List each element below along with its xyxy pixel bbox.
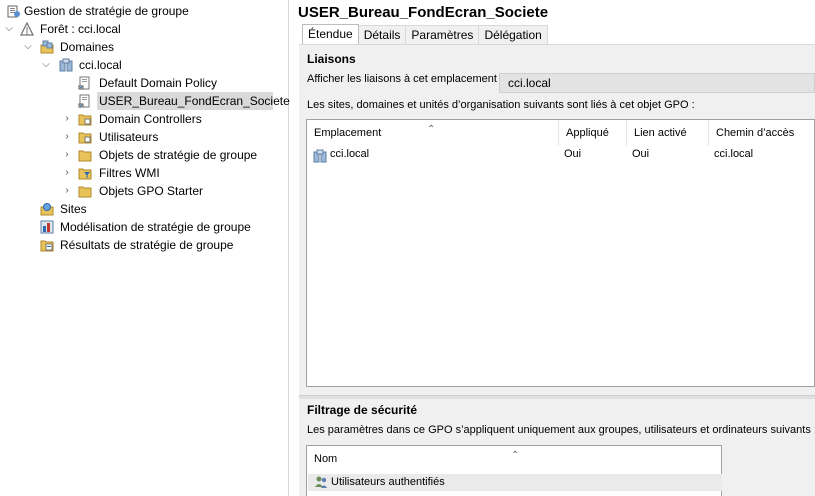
scope-tab-content: Liaisons Afficher les liaisons à cet emp… (299, 44, 815, 496)
domain-icon (313, 149, 327, 163)
tree-node-results[interactable]: Résultats de stratégie de groupe (0, 236, 289, 254)
tree-node-modeling[interactable]: Modélisation de stratégie de groupe (0, 218, 289, 236)
tree-label: Gestion de stratégie de groupe (24, 4, 189, 18)
tree-node-utilisateurs[interactable]: › Utilisateurs (0, 128, 289, 146)
tab-etendue[interactable]: Étendue (302, 24, 359, 44)
tab-strip: Étendue Détails Paramètres Délégation (302, 24, 548, 44)
folder-icon (78, 148, 92, 162)
details-pane: USER_Bureau_FondEcran_Societe Étendue Dé… (290, 0, 815, 496)
sites-icon (40, 202, 54, 216)
ou-icon (78, 112, 92, 126)
tab-parametres[interactable]: Paramètres (405, 25, 480, 44)
tree-node-domain-controllers[interactable]: › Domain Controllers (0, 110, 289, 128)
chevron-right-icon[interactable]: › (62, 110, 72, 128)
page-title: USER_Bureau_FondEcran_Societe (298, 4, 549, 21)
row-path: cci.local (714, 148, 754, 160)
security-filtering-heading: Filtrage de sécurité (307, 403, 418, 417)
tree-label: USER_Bureau_FondEcran_Societe (97, 92, 290, 110)
sort-up-icon: ⌃ (511, 450, 520, 461)
chevron-right-icon[interactable]: › (62, 164, 72, 182)
security-description: Les paramètres dans ce GPO s’appliquent … (307, 424, 815, 436)
tree-node-domains[interactable]: ⌵ Domaines (0, 38, 289, 56)
location-combobox[interactable]: cci.local (499, 73, 815, 93)
security-filter-list[interactable]: Nom ⌃ Utilisateurs authentifiés (306, 445, 722, 496)
chevron-down-icon[interactable]: ⌵ (23, 38, 33, 56)
tree-label: cci.local (79, 58, 122, 72)
gpo-link-icon (78, 76, 92, 90)
chevron-right-icon[interactable]: › (62, 182, 72, 200)
tree-label: Default Domain Policy (99, 76, 218, 90)
users-group-icon (314, 475, 328, 489)
console-tree[interactable]: Gestion de stratégie de groupe ⌵ Forêt :… (0, 0, 290, 496)
tree-label: Résultats de stratégie de groupe (60, 238, 234, 252)
table-row[interactable]: Utilisateurs authentifiés (308, 474, 722, 491)
modeling-icon (40, 220, 54, 234)
tree-node-user-bureau-gpo[interactable]: USER_Bureau_FondEcran_Societe (0, 92, 290, 110)
row-location: cci.local (330, 148, 370, 160)
tree-label: Objets de stratégie de groupe (99, 148, 258, 162)
tree-label: Modélisation de stratégie de groupe (60, 220, 251, 234)
table-row[interactable]: cci.local Oui Oui cci.local (307, 120, 814, 170)
chevron-right-icon[interactable]: › (62, 146, 72, 164)
folder-icon (78, 184, 92, 198)
tree-node-gpo-objects[interactable]: › Objets de stratégie de groupe (0, 146, 289, 164)
results-icon (40, 238, 54, 252)
gpo-link-icon (78, 94, 92, 108)
pane-splitter[interactable] (299, 395, 815, 399)
tree-label: Filtres WMI (99, 166, 160, 180)
row-enforced: Oui (564, 148, 582, 160)
tree-node-starter-gpos[interactable]: › Objets GPO Starter (0, 182, 289, 200)
tree-label: Forêt : cci.local (40, 22, 121, 36)
links-list[interactable]: Emplacement ⌃ Appliqué Lien activé Chemi… (306, 119, 815, 387)
tree-node-forest[interactable]: ⌵ Forêt : cci.local (0, 20, 289, 38)
row-name: Utilisateurs authentifiés (331, 476, 445, 488)
domains-icon (40, 40, 54, 54)
location-label: Afficher les liaisons à cet emplacement … (307, 73, 504, 85)
tab-details[interactable]: Détails (357, 25, 407, 44)
tree-label: Sites (60, 202, 87, 216)
gpm-icon (7, 4, 21, 18)
tree-label: Utilisateurs (99, 130, 159, 144)
tree-label: Domaines (60, 40, 115, 54)
domain-icon (59, 58, 73, 72)
forest-icon (20, 22, 34, 36)
links-heading: Liaisons (307, 52, 356, 66)
chevron-down-icon[interactable]: ⌵ (4, 20, 14, 38)
tree-label: Domain Controllers (99, 112, 202, 126)
column-header-name[interactable]: Nom ⌃ (307, 446, 723, 472)
chevron-right-icon[interactable]: › (62, 128, 72, 146)
ou-icon (78, 130, 92, 144)
tree-node-wmi-filters[interactable]: › Filtres WMI (0, 164, 289, 182)
tree-node-gpm-root[interactable]: Gestion de stratégie de groupe (0, 2, 289, 20)
links-description: Les sites, domaines et unités d’organisa… (307, 99, 695, 111)
row-link-enabled: Oui (632, 148, 650, 160)
tree-node-domain[interactable]: ⌵ cci.local (0, 56, 289, 74)
tree-node-sites[interactable]: Sites (0, 200, 289, 218)
tree-label: Objets GPO Starter (99, 184, 204, 198)
tab-delegation[interactable]: Délégation (478, 25, 548, 44)
wmi-filter-icon (78, 166, 92, 180)
tree-node-default-domain-policy[interactable]: Default Domain Policy (0, 74, 289, 92)
chevron-down-icon[interactable]: ⌵ (41, 56, 51, 74)
